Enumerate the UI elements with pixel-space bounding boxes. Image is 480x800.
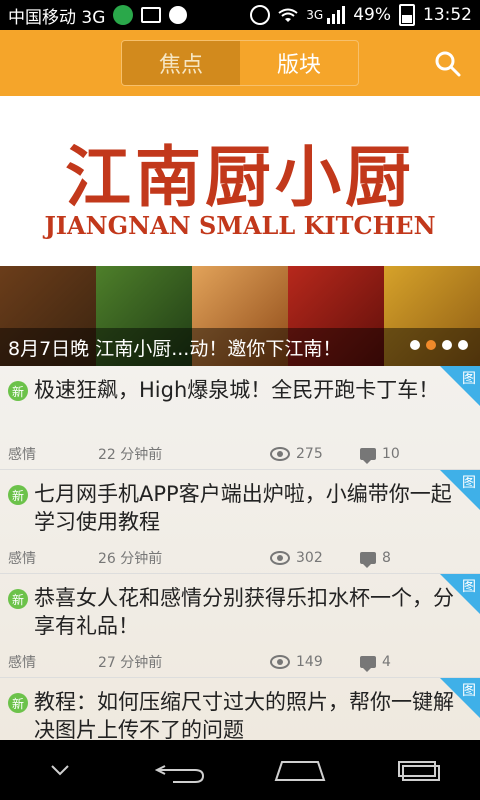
views-count: 275	[296, 446, 323, 462]
image-corner-label: 图	[462, 475, 476, 491]
carrier-label: 中国移动 3G	[8, 7, 106, 28]
tab-sections[interactable]: 版块	[240, 41, 358, 85]
app-badge-icon	[113, 5, 134, 25]
banner-caption-text: 8月7日晚 江南小厨...动！邀你下江南！	[8, 337, 342, 360]
battery-percent: 49%	[353, 5, 391, 25]
post-title: 七月网手机APP客户端出炉啦，小编带你一起学习使用教程	[34, 482, 452, 534]
post-title: 教程：如何压缩尺寸过大的照片，帮你一键解决图片上传不了的问题	[34, 690, 454, 740]
menu-down-button[interactable]	[30, 750, 90, 790]
signal-icon	[327, 6, 346, 24]
back-icon	[155, 765, 205, 783]
comment-icon	[360, 552, 376, 568]
carousel-dot[interactable]	[442, 340, 452, 350]
home-icon	[274, 761, 326, 781]
list-item[interactable]: 图 新 教程：如何压缩尺寸过大的照片，帮你一键解决图片上传不了的问题	[0, 678, 480, 740]
comments-count: 8	[382, 550, 391, 566]
carousel-dot[interactable]	[410, 340, 420, 350]
image-icon	[141, 7, 162, 23]
wifi-icon	[278, 7, 298, 23]
alarm-icon	[250, 5, 271, 25]
views-count: 149	[296, 654, 323, 670]
post-time: 27 分钟前	[98, 655, 163, 671]
post-meta: 感情 26 分钟前 302 8	[8, 548, 420, 568]
banner-carousel[interactable]: 江南厨小厨 JIANGNAN SMALL KITCHEN 8月7日晚 江南小厨.…	[0, 96, 480, 366]
image-corner-label: 图	[462, 579, 476, 595]
system-nav-bar	[0, 740, 480, 800]
comments-count: 4	[382, 654, 391, 670]
eye-icon	[270, 551, 290, 565]
tab-focus[interactable]: 焦点	[122, 41, 240, 85]
network-type-label: 3G	[306, 8, 324, 22]
eye-icon	[270, 447, 290, 461]
recent-apps-button[interactable]	[390, 750, 450, 790]
comments-count: 10	[382, 446, 400, 462]
carousel-dot-active[interactable]	[426, 340, 436, 350]
home-button[interactable]	[270, 750, 330, 790]
list-item[interactable]: 图 新 恭喜女人花和感情分别获得乐扣水杯一个，分享有礼品！ 感情 27 分钟前 …	[0, 574, 480, 678]
app-bar: 焦点 版块	[0, 30, 480, 96]
post-meta: 感情 27 分钟前 149 4	[8, 652, 420, 672]
brand-title-en: JIANGNAN SMALL KITCHEN	[44, 211, 436, 240]
banner-caption: 8月7日晚 江南小厨...动！邀你下江南！	[0, 328, 480, 366]
new-badge: 新	[8, 381, 28, 401]
carousel-dot[interactable]	[458, 340, 468, 350]
post-title: 恭喜女人花和感情分别获得乐扣水杯一个，分享有礼品！	[34, 586, 454, 638]
post-views: 149	[270, 654, 360, 670]
post-comments: 4	[360, 654, 420, 672]
new-badge: 新	[8, 485, 28, 505]
post-comments: 8	[360, 550, 420, 568]
post-views: 275	[270, 446, 360, 462]
image-corner-label: 图	[462, 371, 476, 387]
face-icon	[169, 6, 188, 24]
eye-icon	[270, 655, 290, 669]
list-item[interactable]: 图 新 七月网手机APP客户端出炉啦，小编带你一起学习使用教程 感情 26 分钟…	[0, 470, 480, 574]
post-list: 图 新 极速狂飙，High爆泉城！全民开跑卡丁车！ 感情 22 分钟前 275 …	[0, 366, 480, 740]
post-category: 感情	[8, 551, 36, 567]
search-icon	[435, 51, 461, 77]
post-views: 302	[270, 550, 360, 566]
new-badge: 新	[8, 693, 28, 713]
new-badge: 新	[8, 589, 28, 609]
tab-group: 焦点 版块	[121, 40, 359, 86]
post-category: 感情	[8, 655, 36, 671]
post-comments: 10	[360, 446, 420, 464]
back-button[interactable]	[150, 750, 210, 790]
chevron-down-icon	[51, 765, 69, 776]
comment-icon	[360, 448, 376, 464]
post-meta: 感情 22 分钟前 275 10	[8, 444, 420, 464]
status-bar: 中国移动 3G 3G 49% 13:52	[0, 0, 480, 30]
comment-icon	[360, 656, 376, 672]
search-button[interactable]	[432, 48, 464, 80]
clock: 13:52	[423, 5, 472, 25]
post-title: 极速狂飙，High爆泉城！全民开跑卡丁车！	[34, 378, 440, 402]
post-time: 22 分钟前	[98, 447, 163, 463]
post-category: 感情	[8, 447, 36, 463]
brand-title-cn: 江南厨小厨	[65, 138, 415, 216]
recent-apps-icon	[398, 761, 440, 781]
battery-icon	[399, 4, 415, 26]
image-corner-label: 图	[462, 683, 476, 699]
post-time: 26 分钟前	[98, 551, 163, 567]
views-count: 302	[296, 550, 323, 566]
carousel-dots	[410, 340, 468, 350]
list-item[interactable]: 图 新 极速狂飙，High爆泉城！全民开跑卡丁车！ 感情 22 分钟前 275 …	[0, 366, 480, 470]
